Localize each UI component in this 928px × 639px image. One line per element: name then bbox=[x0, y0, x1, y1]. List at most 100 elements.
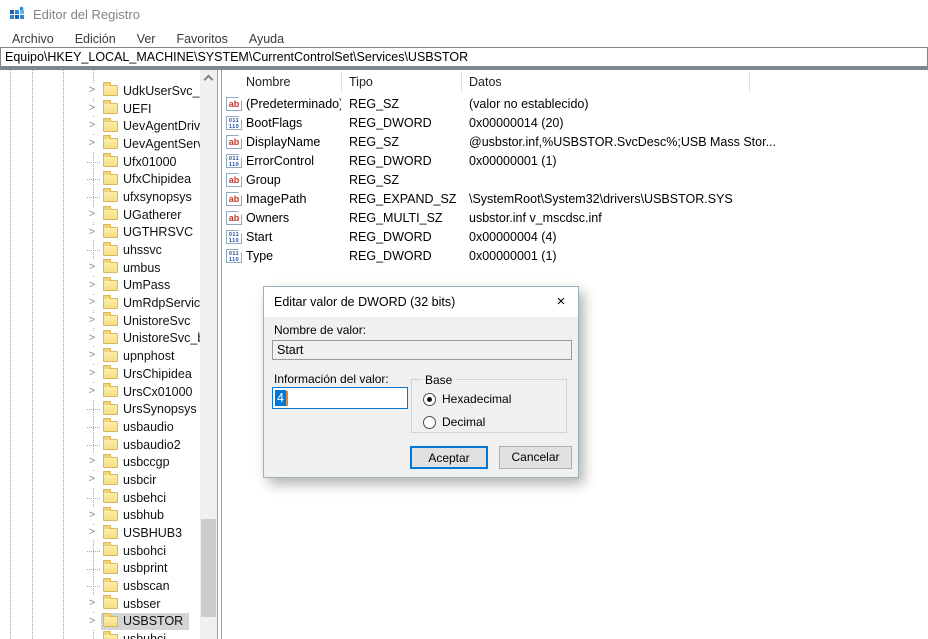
address-input[interactable] bbox=[0, 47, 928, 67]
tree-item-usbaudio[interactable]: usbaudio bbox=[0, 418, 200, 436]
tree-item-target[interactable]: UnistoreSvc bbox=[101, 312, 196, 330]
tree-item-UnistoreSvc[interactable]: >UnistoreSvc bbox=[0, 312, 200, 330]
chevron-right-icon[interactable]: > bbox=[85, 260, 99, 275]
chevron-right-icon[interactable]: > bbox=[85, 207, 99, 222]
tree-item-usbohci[interactable]: usbohci bbox=[0, 542, 200, 560]
tree-item-usbhub[interactable]: >usbhub bbox=[0, 507, 200, 525]
value-row-ImagePath[interactable]: abImagePathREG_EXPAND_SZ\SystemRoot\Syst… bbox=[222, 190, 928, 209]
tree-item-target[interactable]: upnphost bbox=[101, 347, 180, 365]
tree-item-usbcir[interactable]: >usbcir bbox=[0, 471, 200, 489]
tree-item-target[interactable]: UEFI bbox=[101, 100, 157, 118]
value-data-field[interactable]: 4 bbox=[272, 387, 408, 409]
tree-item-UevAgentDrive[interactable]: >UevAgentDrive bbox=[0, 117, 200, 135]
chevron-right-icon[interactable]: > bbox=[85, 118, 99, 133]
menu-edicion[interactable]: Edición bbox=[73, 31, 118, 47]
column-separator[interactable] bbox=[341, 72, 342, 93]
tree-item-UfxChipidea[interactable]: UfxChipidea bbox=[0, 170, 200, 188]
tree-item-target[interactable]: UmPass bbox=[101, 277, 176, 295]
tree-item-target[interactable]: UrsChipidea bbox=[101, 365, 198, 383]
scrollbar-thumb[interactable] bbox=[201, 519, 216, 617]
tree-item-UEFI[interactable]: >UEFI bbox=[0, 100, 200, 118]
tree-item-target[interactable]: UevAgentDrive bbox=[101, 117, 200, 135]
tree-item-target[interactable]: UrsCx01000 bbox=[101, 383, 198, 401]
tree-item-usbehci[interactable]: usbehci bbox=[0, 489, 200, 507]
tree-item-upnphost[interactable]: >upnphost bbox=[0, 347, 200, 365]
tree-item-usbprint[interactable]: usbprint bbox=[0, 560, 200, 578]
close-icon[interactable]: × bbox=[544, 287, 578, 317]
tree-item-usbccgp[interactable]: >usbccgp bbox=[0, 453, 200, 471]
tree-item-target[interactable]: USBSTOR bbox=[101, 613, 189, 631]
tree-item-UGTHRSVC[interactable]: >UGTHRSVC bbox=[0, 224, 200, 242]
tree-item-umbus[interactable]: >umbus bbox=[0, 259, 200, 277]
column-header-nombre[interactable]: Nombre bbox=[246, 70, 290, 95]
chevron-right-icon[interactable]: > bbox=[85, 313, 99, 328]
tree-item-UnistoreSvc_b[interactable]: >UnistoreSvc_b bbox=[0, 330, 200, 348]
column-separator[interactable] bbox=[749, 72, 750, 93]
chevron-right-icon[interactable]: > bbox=[85, 525, 99, 540]
tree-item-target[interactable]: usbehci bbox=[101, 489, 172, 507]
menu-ver[interactable]: Ver bbox=[135, 31, 158, 47]
tree-item-target[interactable]: UGatherer bbox=[101, 206, 187, 224]
chevron-right-icon[interactable]: > bbox=[85, 596, 99, 611]
tree-item-usbuhci[interactable]: usbuhci bbox=[0, 630, 200, 639]
tree-item-uhssvc[interactable]: uhssvc bbox=[0, 241, 200, 259]
tree-item-ufxsynopsys[interactable]: ufxsynopsys bbox=[0, 188, 200, 206]
chevron-right-icon[interactable]: > bbox=[85, 384, 99, 399]
radio-button-icon[interactable] bbox=[423, 393, 436, 406]
tree-item-target[interactable]: UrsSynopsys bbox=[101, 400, 200, 418]
column-header-tipo[interactable]: Tipo bbox=[349, 70, 373, 95]
tree-item-target[interactable]: usbaudio2 bbox=[101, 436, 187, 454]
tree-item-target[interactable]: usbcir bbox=[101, 471, 162, 489]
column-header-datos[interactable]: Datos bbox=[469, 70, 502, 95]
tree-scrollbar[interactable] bbox=[200, 70, 217, 639]
value-row-Group[interactable]: abGroupREG_SZ bbox=[222, 171, 928, 190]
tree-item-usbser[interactable]: >usbser bbox=[0, 595, 200, 613]
value-row-Start[interactable]: 011110StartREG_DWORD0x00000004 (4) bbox=[222, 228, 928, 247]
chevron-right-icon[interactable]: > bbox=[85, 83, 99, 98]
chevron-right-icon[interactable]: > bbox=[85, 472, 99, 487]
menu-ayuda[interactable]: Ayuda bbox=[247, 31, 286, 47]
radio-button-icon[interactable] bbox=[423, 416, 436, 429]
chevron-right-icon[interactable]: > bbox=[85, 348, 99, 363]
tree-item-target[interactable]: uhssvc bbox=[101, 241, 168, 259]
tree-item-target[interactable]: UGTHRSVC bbox=[101, 224, 199, 242]
tree-item-target[interactable]: UnistoreSvc_b bbox=[101, 330, 200, 348]
tree-item-UdkUserSvc_b[interactable]: >UdkUserSvc_b bbox=[0, 82, 200, 100]
value-name-field[interactable]: Start bbox=[272, 340, 572, 360]
value-row-BootFlags[interactable]: 011110BootFlagsREG_DWORD0x00000014 (20) bbox=[222, 114, 928, 133]
tree-item-target[interactable]: usbuhci bbox=[101, 630, 172, 639]
tree-item-UmRdpService[interactable]: >UmRdpService bbox=[0, 294, 200, 312]
tree-item-target[interactable]: UmRdpService bbox=[101, 294, 200, 312]
value-row-ErrorControl[interactable]: 011110ErrorControlREG_DWORD0x00000001 (1… bbox=[222, 152, 928, 171]
chevron-right-icon[interactable]: > bbox=[85, 225, 99, 240]
value-row-Owners[interactable]: abOwnersREG_MULTI_SZusbstor.inf v_mscdsc… bbox=[222, 209, 928, 228]
tree-item-target[interactable]: UdkUserSvc_b bbox=[101, 82, 200, 100]
tree-item-target[interactable]: usbser bbox=[101, 595, 167, 613]
radio-decimal[interactable]: Decimal bbox=[423, 415, 485, 429]
dialog-titlebar[interactable]: Editar valor de DWORD (32 bits) × bbox=[264, 287, 578, 317]
column-separator[interactable] bbox=[461, 72, 462, 93]
chevron-right-icon[interactable]: > bbox=[85, 614, 99, 629]
value-row-Type[interactable]: 011110TypeREG_DWORD0x00000001 (1) bbox=[222, 247, 928, 266]
tree-item-target[interactable]: ufxsynopsys bbox=[101, 188, 198, 206]
tree-item-UrsSynopsys[interactable]: UrsSynopsys bbox=[0, 400, 200, 418]
tree-item-UrsCx01000[interactable]: >UrsCx01000 bbox=[0, 383, 200, 401]
chevron-right-icon[interactable]: > bbox=[85, 508, 99, 523]
tree-item-target[interactable]: USBHUB3 bbox=[101, 524, 188, 542]
tree-item-usbscan[interactable]: usbscan bbox=[0, 577, 200, 595]
chevron-right-icon[interactable]: > bbox=[85, 331, 99, 346]
chevron-right-icon[interactable]: > bbox=[85, 278, 99, 293]
tree-item-UmPass[interactable]: >UmPass bbox=[0, 277, 200, 295]
radio-hexadecimal[interactable]: Hexadecimal bbox=[423, 392, 511, 406]
chevron-right-icon[interactable]: > bbox=[85, 136, 99, 151]
tree-item-USBSTOR[interactable]: >USBSTOR bbox=[0, 613, 200, 631]
tree-item-target[interactable]: Ufx01000 bbox=[101, 153, 183, 171]
tree-item-target[interactable]: UfxChipidea bbox=[101, 170, 197, 188]
tree-item-target[interactable]: usbaudio bbox=[101, 418, 180, 436]
tree-item-target[interactable]: usbccgp bbox=[101, 453, 176, 471]
tree-item-target[interactable]: UevAgentServ bbox=[101, 135, 200, 153]
tree-item-usbaudio2[interactable]: usbaudio2 bbox=[0, 436, 200, 454]
tree-item-UGatherer[interactable]: >UGatherer bbox=[0, 206, 200, 224]
tree-item-UrsChipidea[interactable]: >UrsChipidea bbox=[0, 365, 200, 383]
chevron-right-icon[interactable]: > bbox=[85, 295, 99, 310]
